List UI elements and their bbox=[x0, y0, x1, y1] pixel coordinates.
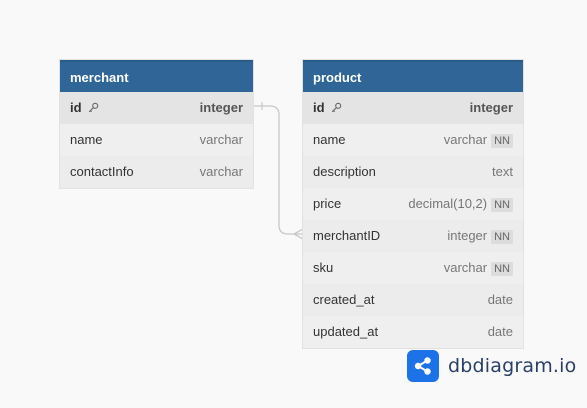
column-name: id bbox=[313, 100, 325, 115]
not-null-badge: NN bbox=[491, 198, 513, 212]
column-type: date bbox=[487, 292, 513, 307]
column-row-updated-at[interactable]: updated_at date bbox=[303, 316, 523, 348]
column-type: varchar bbox=[443, 260, 488, 275]
table-product[interactable]: product id integer name varchar NN descri… bbox=[303, 60, 523, 348]
share-icon bbox=[407, 350, 439, 382]
not-null-badge: NN bbox=[491, 230, 513, 244]
column-row-sku[interactable]: sku varchar NN bbox=[303, 252, 523, 284]
column-type: varchar bbox=[199, 132, 243, 147]
column-name: created_at bbox=[313, 292, 375, 307]
column-name: sku bbox=[313, 260, 334, 275]
column-row-name[interactable]: name varchar bbox=[60, 124, 253, 156]
column-name: price bbox=[313, 196, 342, 211]
column-row-description[interactable]: description text bbox=[303, 156, 523, 188]
column-row-name[interactable]: name varchar NN bbox=[303, 124, 523, 156]
column-type: integer bbox=[447, 228, 488, 243]
column-row-merchantid[interactable]: merchantID integer NN bbox=[303, 220, 523, 252]
column-type: integer bbox=[199, 100, 243, 115]
dbdiagram-brand-link[interactable]: dbdiagram.io bbox=[407, 350, 576, 382]
primary-key-icon bbox=[331, 102, 342, 113]
table-header-product[interactable]: product bbox=[303, 60, 523, 92]
column-name: contactInfo bbox=[70, 164, 134, 179]
brand-name: dbdiagram.io bbox=[448, 355, 577, 377]
column-row-created-at[interactable]: created_at date bbox=[303, 284, 523, 316]
column-row-id[interactable]: id integer bbox=[303, 92, 523, 124]
table-title: merchant bbox=[70, 70, 129, 85]
column-type: integer bbox=[469, 100, 513, 115]
primary-key-icon bbox=[88, 102, 99, 113]
column-type: decimal(10,2) bbox=[408, 196, 488, 211]
column-name: updated_at bbox=[313, 324, 379, 339]
not-null-badge: NN bbox=[491, 134, 513, 148]
not-null-badge: NN bbox=[491, 262, 513, 276]
column-row-price[interactable]: price decimal(10,2) NN bbox=[303, 188, 523, 220]
column-row-id[interactable]: id integer bbox=[60, 92, 253, 124]
table-title: product bbox=[313, 70, 362, 85]
column-row-contactinfo[interactable]: contactInfo varchar bbox=[60, 156, 253, 188]
column-name: id bbox=[70, 100, 82, 115]
column-name: name bbox=[313, 132, 346, 147]
table-merchant[interactable]: merchant id integer name varchar contact… bbox=[60, 60, 253, 188]
table-header-merchant[interactable]: merchant bbox=[60, 60, 253, 92]
column-type: varchar bbox=[199, 164, 243, 179]
column-name: description bbox=[313, 164, 376, 179]
column-name: merchantID bbox=[313, 228, 381, 243]
column-type: text bbox=[492, 164, 513, 179]
column-name: name bbox=[70, 132, 103, 147]
column-type: date bbox=[487, 324, 513, 339]
column-type: varchar bbox=[443, 132, 488, 147]
